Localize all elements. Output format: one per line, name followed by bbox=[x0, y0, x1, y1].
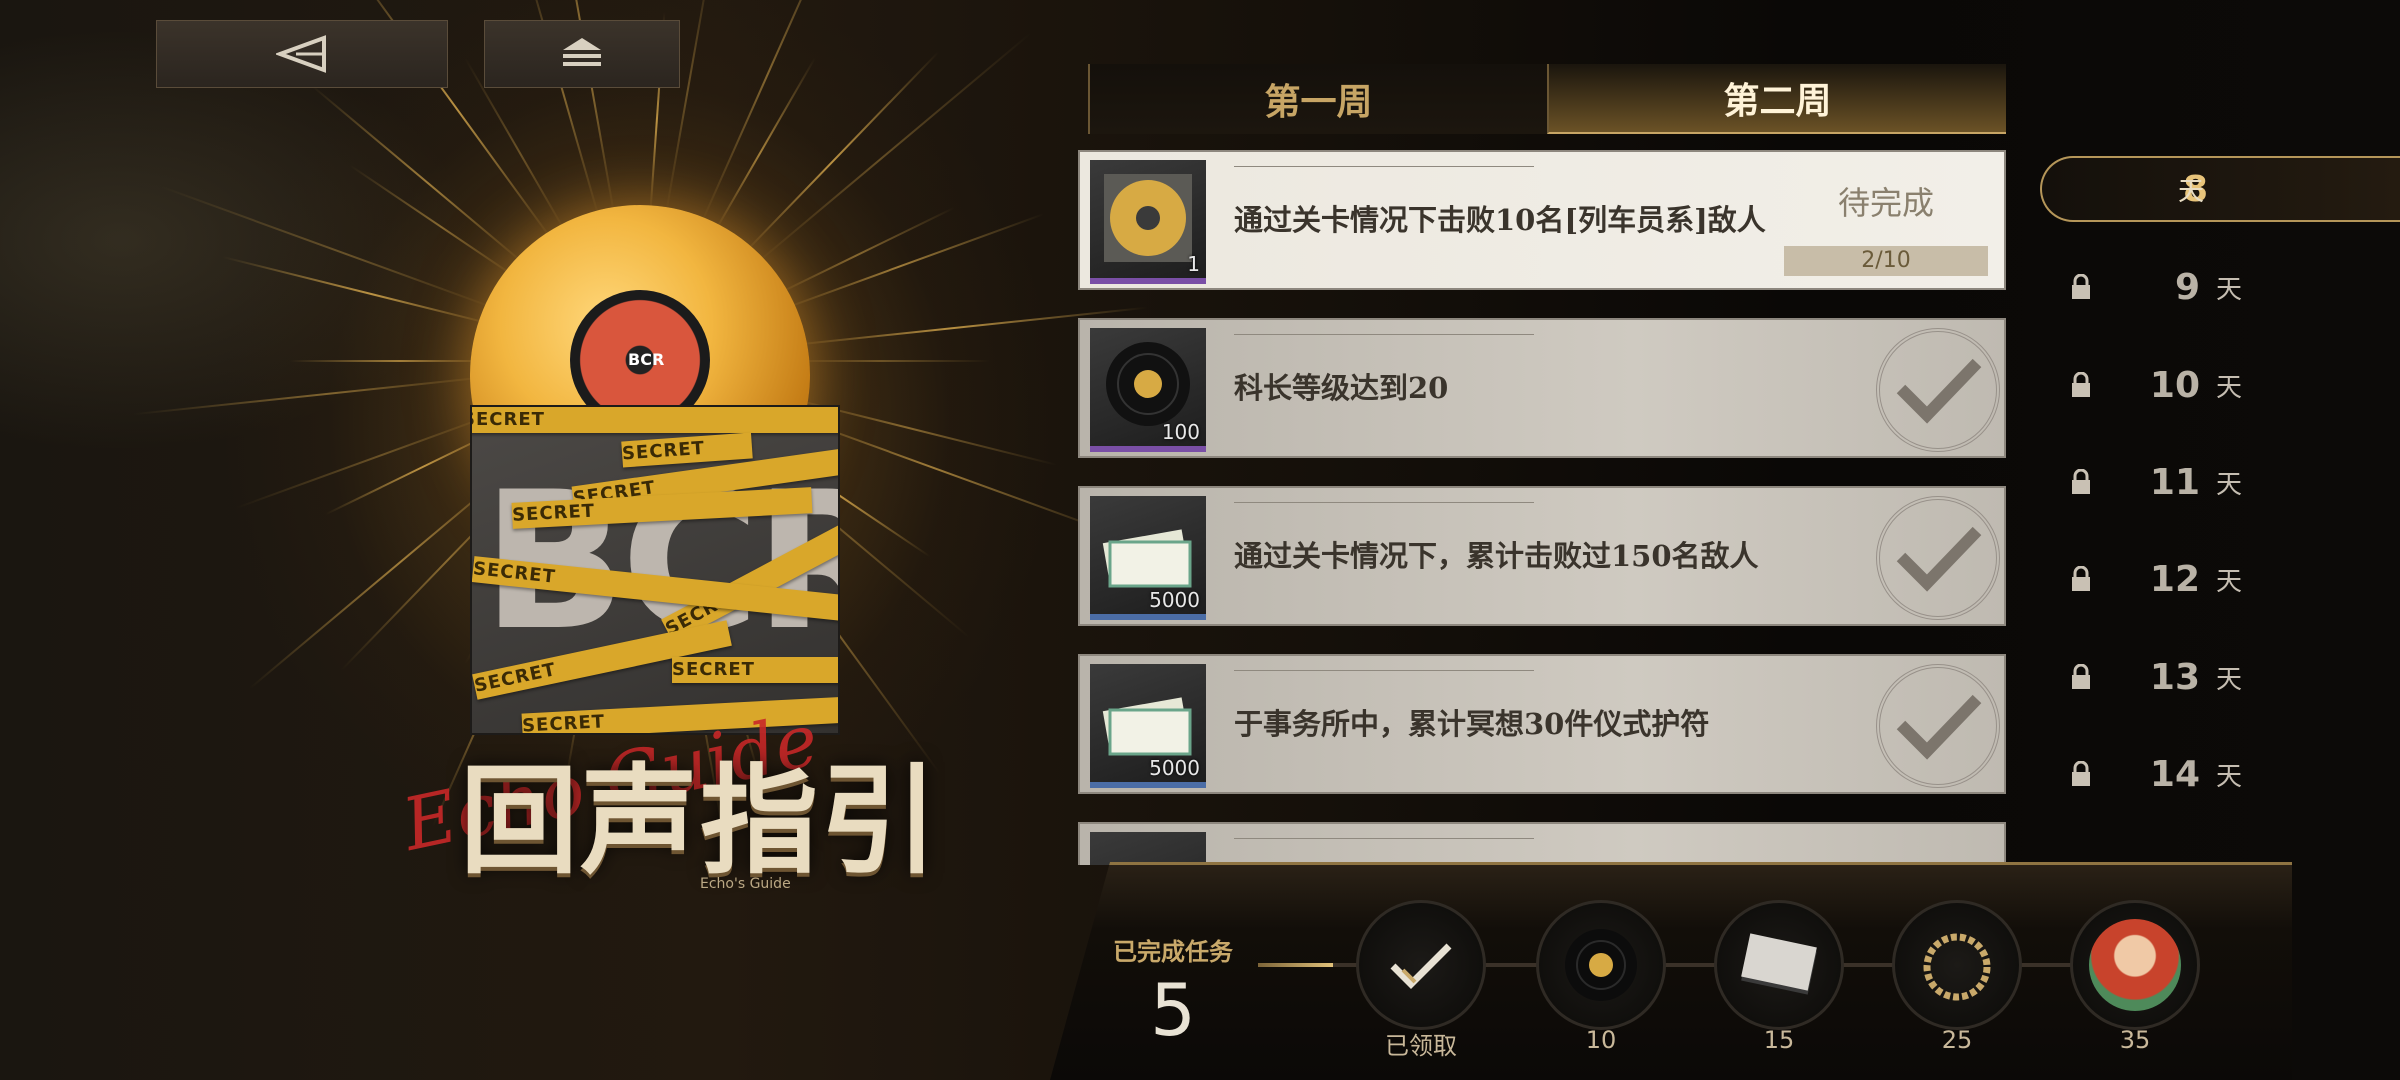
lock-icon bbox=[2072, 274, 2090, 299]
home-button[interactable] bbox=[484, 20, 680, 88]
day-item-8[interactable]: 8 天 bbox=[2040, 156, 2400, 222]
week-tabs: 第一周 第二周 bbox=[1088, 64, 2006, 134]
milestone-label: 10 bbox=[1585, 1026, 1617, 1054]
back-triangle-icon bbox=[276, 35, 326, 73]
milestone-label: 35 bbox=[2119, 1026, 2151, 1054]
milestone-35[interactable] bbox=[2070, 900, 2200, 1030]
home-stack-icon bbox=[563, 38, 601, 66]
milestone-label: 15 bbox=[1763, 1026, 1795, 1054]
tab-week-1[interactable]: 第一周 bbox=[1088, 64, 1547, 134]
divider bbox=[1234, 838, 1534, 839]
task-row[interactable]: 1 通过关卡情况下击败10名[列车员系]敌人 待完成 2/10 bbox=[1078, 150, 2006, 290]
vinyl-record-icon: 100 bbox=[1090, 328, 1206, 452]
day-unit: 天 bbox=[2216, 664, 2243, 695]
lock-icon bbox=[2072, 566, 2090, 591]
record-label-text: BCR bbox=[628, 350, 665, 369]
reward-icon bbox=[1090, 832, 1206, 865]
completed-check-stamp-icon bbox=[1876, 328, 2000, 452]
completed-tasks-label: 已完成任务 bbox=[1113, 937, 1233, 966]
task-list[interactable]: 1 通过关卡情况下击败10名[列车员系]敌人 待完成 2/10 100 科长等级… bbox=[1078, 150, 2006, 865]
day-number: 14 bbox=[2149, 753, 2200, 795]
card-pack-icon bbox=[1733, 919, 1825, 1011]
banner-title: 回声指引 bbox=[460, 751, 941, 890]
task-row[interactable]: 5000 于事务所中，累计冥想30件仪式护符 bbox=[1078, 654, 2006, 794]
secret-tape: SECRET bbox=[472, 407, 838, 433]
task-description: 科长等级达到20 bbox=[1234, 371, 1449, 405]
milestone-10[interactable] bbox=[1536, 900, 1666, 1030]
lock-icon bbox=[2072, 664, 2090, 689]
task-description: 于事务所中，累计冥想30件仪式护符 bbox=[1234, 707, 1710, 741]
milestone-25[interactable] bbox=[1892, 900, 2022, 1030]
reward-count: 5000 bbox=[1149, 588, 1200, 612]
reward-count: 1 bbox=[1187, 252, 1200, 276]
vinyl-record-icon bbox=[1555, 919, 1647, 1011]
lock-icon bbox=[2072, 372, 2090, 397]
task-row[interactable]: 100 科长等级达到20 bbox=[1078, 318, 2006, 458]
light-ray bbox=[790, 360, 990, 362]
day-number: 9 bbox=[2174, 266, 2200, 308]
milestone-label: 已领取 bbox=[1385, 1032, 1457, 1060]
task-progress: 2/10 bbox=[1784, 246, 1988, 276]
character-portrait-icon bbox=[2089, 919, 2181, 1011]
milestone-label: 25 bbox=[1941, 1026, 1973, 1054]
day-unit: 天 bbox=[2216, 274, 2243, 305]
progress-fill bbox=[1258, 963, 1334, 967]
task-row[interactable]: 5000 通过关卡情况下，累计击败过150名敌人 bbox=[1078, 486, 2006, 626]
secret-sleeve-art: BCR SECRET SECRET SECRET SECRET SECRET S… bbox=[470, 405, 840, 735]
completed-check-stamp-icon bbox=[1876, 496, 2000, 620]
banner-subtitle: Echo's Guide bbox=[700, 876, 791, 892]
day-unit: 天 bbox=[2216, 761, 2243, 792]
day-item-9[interactable]: 9 天 bbox=[2040, 254, 2400, 320]
day-unit: 天 bbox=[2216, 469, 2243, 500]
tab-week-2[interactable]: 第二周 bbox=[1547, 64, 2006, 134]
ticket-stack-icon: 5000 bbox=[1090, 664, 1206, 788]
task-description: 通过关卡情况下击败10名[列车员系]敌人 bbox=[1234, 203, 1766, 237]
task-description: 通过关卡情况下，累计击败过150名敌人 bbox=[1234, 539, 1759, 573]
reward-count: 5000 bbox=[1149, 756, 1200, 780]
back-button[interactable] bbox=[156, 20, 448, 88]
task-row[interactable] bbox=[1078, 822, 2006, 865]
ring-frame-icon bbox=[1911, 919, 2003, 1011]
gold-record-icon: 1 bbox=[1090, 160, 1206, 284]
claimed-check-icon bbox=[1375, 919, 1467, 1011]
day-number: 10 bbox=[2149, 364, 2200, 406]
reward-count: 100 bbox=[1161, 420, 1200, 444]
ticket-stack-icon: 5000 bbox=[1090, 496, 1206, 620]
milestone-claimed[interactable] bbox=[1356, 900, 1486, 1030]
day-item-12[interactable]: 12 天 bbox=[2040, 546, 2400, 612]
day-number: 13 bbox=[2149, 656, 2200, 698]
day-unit: 天 bbox=[2216, 372, 2243, 403]
lock-icon bbox=[2072, 469, 2090, 494]
completed-check-stamp-icon bbox=[1876, 664, 2000, 788]
day-item-13[interactable]: 13 天 bbox=[2040, 644, 2400, 710]
day-number: 11 bbox=[2149, 461, 2200, 503]
milestone-15[interactable] bbox=[1714, 900, 1844, 1030]
light-ray bbox=[290, 360, 490, 362]
day-item-14[interactable]: 14 天 bbox=[2040, 741, 2400, 807]
lock-icon bbox=[2072, 761, 2090, 786]
day-number: 12 bbox=[2149, 558, 2200, 600]
completed-tasks-count: 5 bbox=[1150, 968, 1196, 1052]
secret-tape: SECRET bbox=[672, 657, 838, 683]
day-item-10[interactable]: 10 天 bbox=[2040, 352, 2400, 418]
day-unit: 天 bbox=[2216, 566, 2243, 597]
day-unit: 天 bbox=[2178, 176, 2205, 207]
task-status-pending: 待完成 bbox=[1837, 184, 1934, 222]
day-item-11[interactable]: 11 天 bbox=[2040, 449, 2400, 515]
